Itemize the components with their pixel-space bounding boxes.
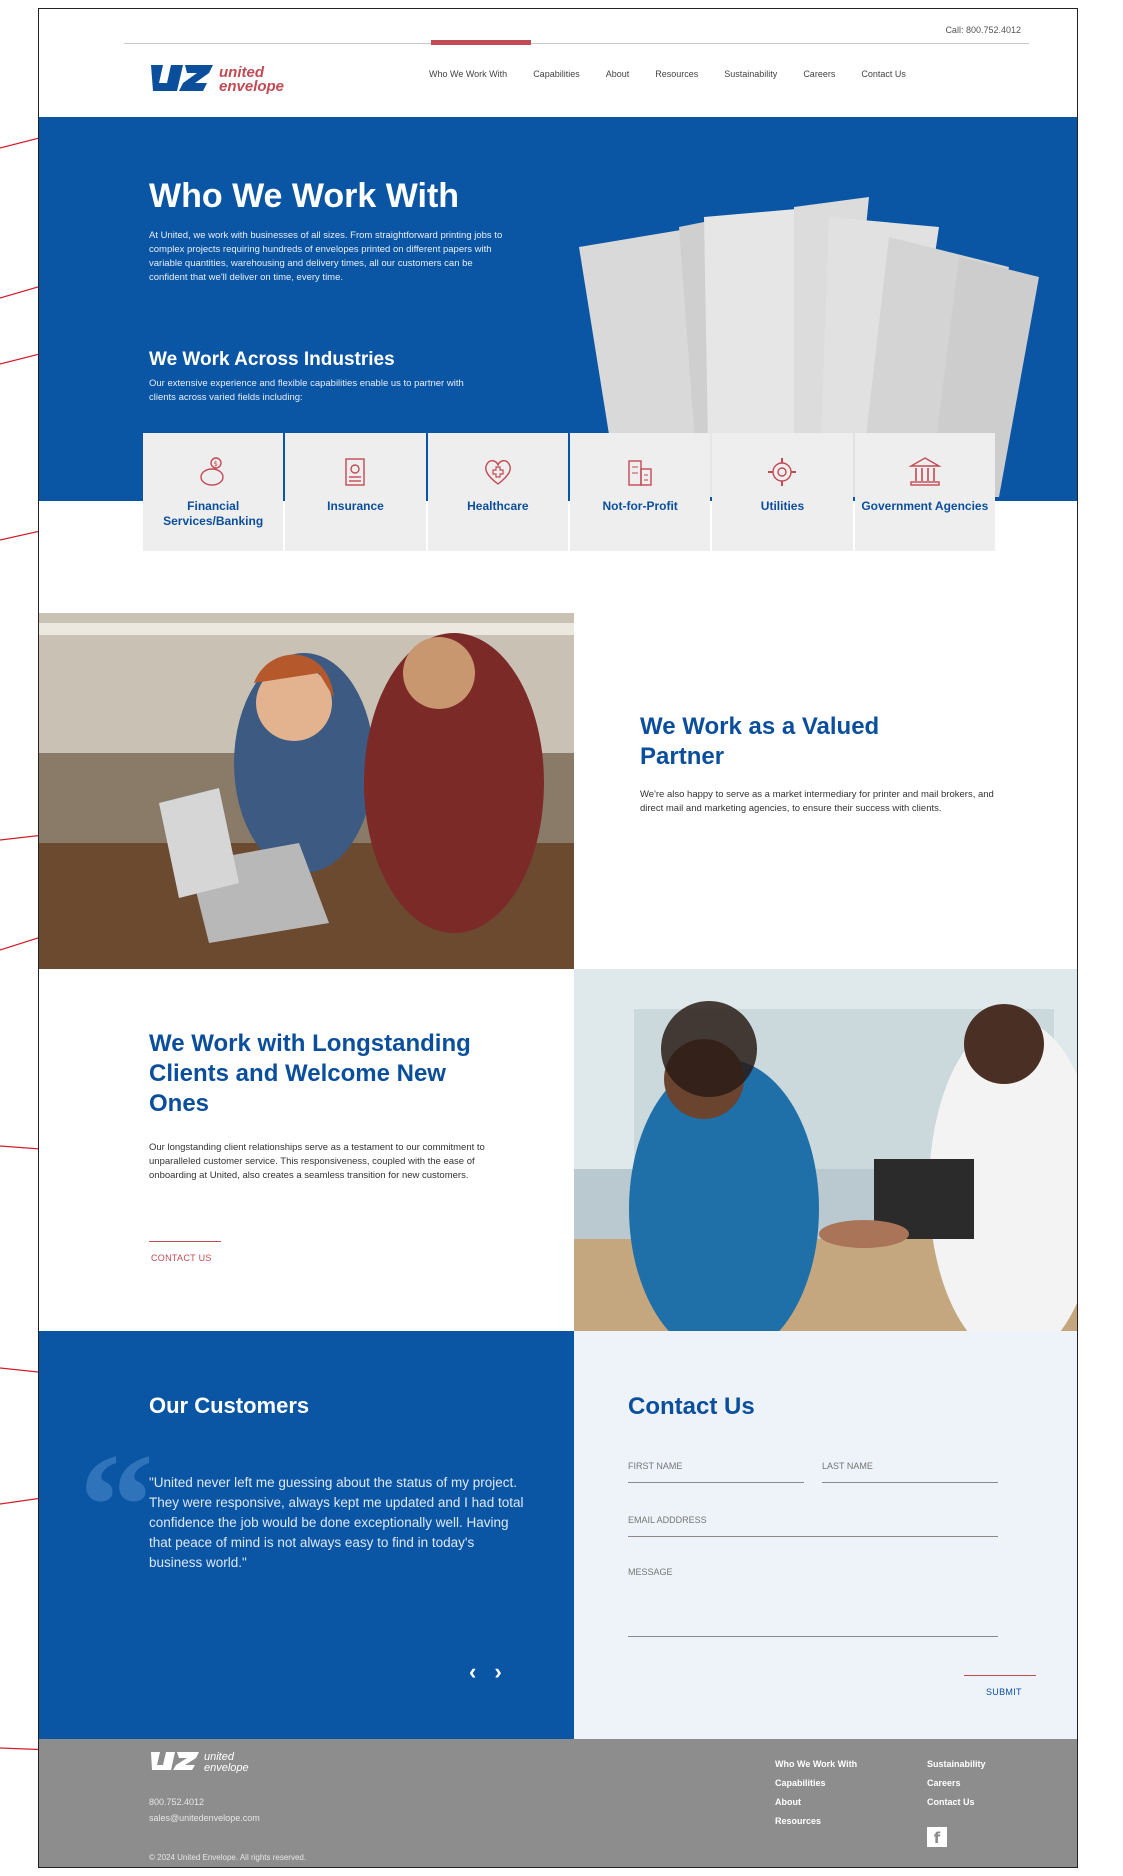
industry-label: Government Agencies — [861, 499, 989, 513]
footer-link-resources[interactable]: Resources — [775, 1816, 857, 1826]
contact-link-underline — [149, 1241, 221, 1242]
submit-button[interactable]: SUBMIT — [986, 1687, 1022, 1697]
footer-copyright: © 2024 United Envelope. All rights reser… — [149, 1853, 307, 1862]
longstanding-description: Our longstanding client relationships se… — [149, 1142, 485, 1181]
next-arrow-icon[interactable]: › — [494, 1659, 501, 1685]
industry-label: Not-for-Profit — [602, 499, 678, 513]
svg-text:$: $ — [214, 460, 218, 468]
submit-underline — [964, 1675, 1036, 1676]
message-input[interactable] — [628, 1567, 998, 1597]
message-field[interactable] — [628, 1567, 998, 1637]
footer-phone[interactable]: 800.752.4012 — [149, 1797, 204, 1807]
testimonial-nav: ‹ › — [469, 1659, 502, 1685]
longstanding-heading: We Work with Longstanding Clients and We… — [149, 1030, 471, 1117]
last-name-field[interactable] — [822, 1461, 998, 1483]
partner-description: We're also happy to serve as a market in… — [640, 789, 994, 814]
industry-tile-healthcare[interactable]: Healthcare — [427, 433, 568, 551]
industry-label: Financial Services/Banking — [163, 499, 264, 528]
page-title: Who We Work With — [149, 177, 460, 215]
nav-careers[interactable]: Careers — [803, 69, 835, 79]
industry-label: Healthcare — [467, 499, 529, 513]
footer-link-careers[interactable]: Careers — [927, 1778, 986, 1788]
nav-capabilities[interactable]: Capabilities — [533, 69, 580, 79]
photo-colleagues-laptop — [39, 613, 574, 969]
contact-section: Contact Us SUBMIT — [574, 1331, 1077, 1739]
quote-mark-icon: “ — [79, 1423, 154, 1589]
customers-section: Our Customers “ "United never left me gu… — [39, 1331, 574, 1739]
footer-link-who-we-work-with[interactable]: Who We Work With — [775, 1759, 857, 1769]
footer-nav-col-2: Sustainability Careers Contact Us — [927, 1759, 986, 1807]
industry-label: Utilities — [760, 499, 805, 513]
nav-sustainability[interactable]: Sustainability — [724, 69, 777, 79]
footer-email[interactable]: sales@unitedenvelope.com — [149, 1813, 260, 1823]
footer-logo-word-envelope: envelope — [204, 1762, 249, 1773]
united-envelope-logo[interactable]: united envelope — [149, 61, 299, 95]
industry-tile-not-for-profit[interactable]: Not-for-Profit — [569, 433, 711, 551]
government-icon — [908, 457, 942, 486]
site-footer: united envelope 800.752.4012 sales@unite… — [39, 1739, 1077, 1867]
last-name-input[interactable] — [822, 1461, 998, 1471]
footer-link-capabilities[interactable]: Capabilities — [775, 1778, 857, 1788]
contact-us-link[interactable]: CONTACT US — [151, 1253, 212, 1263]
customers-heading: Our Customers — [149, 1393, 310, 1418]
gear-icon — [768, 458, 797, 486]
first-name-field[interactable] — [628, 1461, 804, 1483]
footer-logo[interactable]: united envelope — [149, 1749, 269, 1773]
prev-arrow-icon[interactable]: ‹ — [469, 1659, 476, 1685]
clipboard-icon — [345, 458, 366, 486]
logo-word-envelope: envelope — [219, 78, 284, 95]
industries-description: Our extensive experience and flexible ca… — [149, 378, 464, 403]
industry-tile-financial[interactable]: $ Financial Services/Banking — [143, 433, 284, 551]
first-name-input[interactable] — [628, 1461, 804, 1471]
industry-tile-insurance[interactable]: Insurance — [285, 433, 426, 551]
partner-heading: We Work as a Valued Partner — [640, 713, 880, 770]
facebook-icon[interactable]: f — [927, 1827, 947, 1847]
building-icon — [628, 460, 652, 486]
industry-tile-utilities[interactable]: Utilities — [712, 433, 853, 551]
testimonial-quote: "United never left me guessing about the… — [149, 1475, 524, 1570]
footer-link-contact-us[interactable]: Contact Us — [927, 1797, 986, 1807]
nav-about[interactable]: About — [606, 69, 630, 79]
call-phone[interactable]: Call: 800.752.4012 — [945, 25, 1021, 35]
nav-resources[interactable]: Resources — [655, 69, 698, 79]
footer-link-about[interactable]: About — [775, 1797, 857, 1807]
nav-contact-us[interactable]: Contact Us — [861, 69, 906, 79]
webpage: Call: 800.752.4012 united envelope Who W… — [38, 8, 1078, 1868]
contact-heading: Contact Us — [628, 1393, 755, 1420]
industry-label: Insurance — [327, 499, 384, 513]
email-field[interactable] — [628, 1515, 998, 1537]
heart-plus-icon — [484, 460, 511, 485]
piggy-bank-icon: $ — [200, 457, 224, 486]
industries-row: $ Financial Services/Banking Insurance H… — [143, 433, 995, 551]
industries-heading: We Work Across Industries — [149, 349, 395, 370]
photo-handshake — [574, 969, 1077, 1331]
nav-who-we-work-with[interactable]: Who We Work With — [429, 69, 507, 79]
hero-description: At United, we work with businesses of al… — [149, 230, 503, 283]
main-nav: Who We Work With Capabilities About Reso… — [429, 69, 932, 79]
site-header: Call: 800.752.4012 united envelope Who W… — [39, 9, 1077, 117]
footer-nav-col-1: Who We Work With Capabilities About Reso… — [775, 1759, 857, 1826]
industry-tile-government[interactable]: Government Agencies — [854, 433, 995, 551]
header-divider — [124, 43, 1029, 44]
footer-link-sustainability[interactable]: Sustainability — [927, 1759, 986, 1769]
email-input[interactable] — [628, 1515, 998, 1525]
active-nav-indicator — [431, 40, 531, 45]
